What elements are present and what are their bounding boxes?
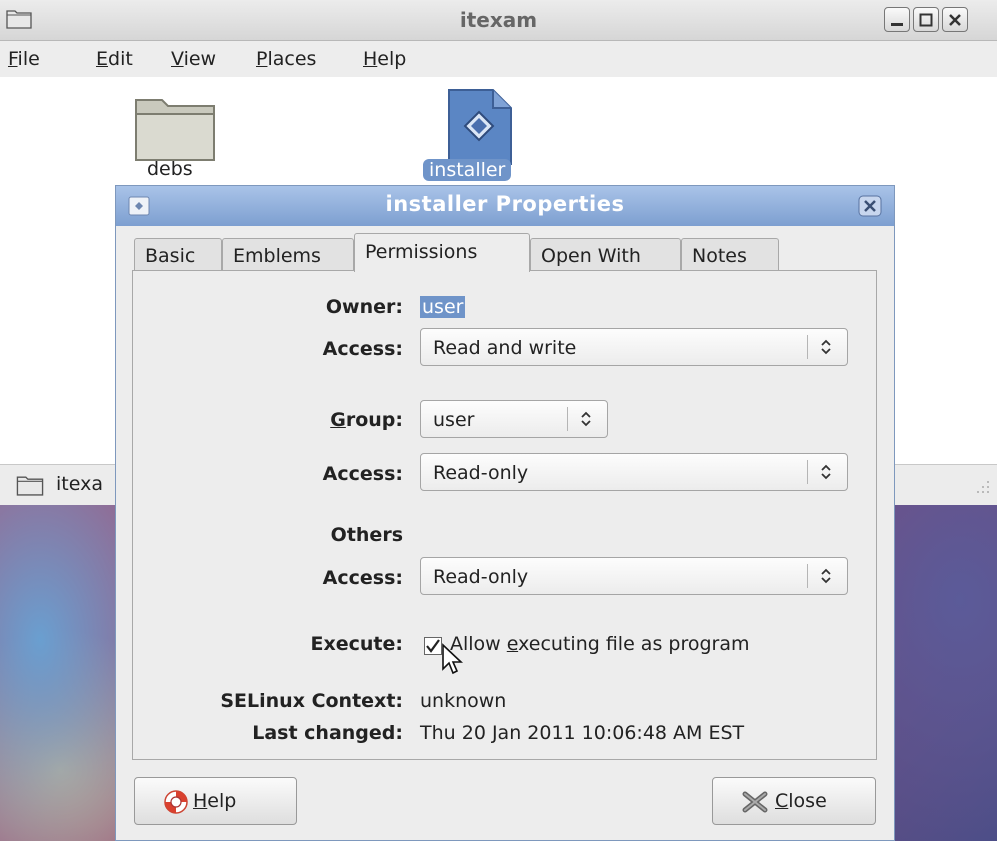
execute-label: Execute:	[310, 633, 403, 655]
minimize-button[interactable]	[884, 7, 910, 32]
close-button[interactable]: Close	[712, 777, 876, 825]
selinux-value: unknown	[420, 690, 507, 712]
tab-basic[interactable]: Basic	[134, 238, 222, 271]
selinux-label: SELinux Context:	[220, 690, 403, 712]
others-label: Others	[330, 524, 403, 546]
help-button-label: Help	[193, 790, 237, 812]
chevron-updown-icon	[821, 464, 831, 480]
close-icon	[742, 791, 768, 813]
lifebuoy-icon	[164, 790, 188, 814]
tab-notes[interactable]: Notes	[681, 238, 779, 271]
minimize-icon	[891, 23, 903, 26]
others-access-value: Read-only	[433, 566, 529, 588]
group-access-value: Read-only	[433, 462, 529, 484]
others-access-dropdown[interactable]: Read-only	[420, 557, 848, 595]
group-label: Group:	[330, 409, 403, 431]
permissions-panel: Owner: user Access: Read and write Group…	[132, 270, 877, 760]
maximize-icon	[919, 13, 933, 27]
taskbar-button[interactable]: itexa	[4, 470, 124, 500]
chevron-updown-icon	[581, 411, 591, 427]
group-dropdown[interactable]: user	[420, 400, 608, 438]
file-label-installer[interactable]: installer	[423, 159, 512, 181]
menu-file[interactable]: File	[8, 48, 40, 70]
owner-access-label: Access:	[322, 338, 403, 360]
menu-help[interactable]: Help	[363, 48, 406, 70]
last-changed-label: Last changed:	[252, 722, 403, 744]
checkmark-icon	[426, 639, 440, 653]
menu-places[interactable]: Places	[256, 48, 316, 70]
execute-checkbox[interactable]	[424, 637, 442, 655]
taskbar-label: itexa	[56, 473, 103, 495]
maximize-button[interactable]	[913, 7, 939, 32]
menu-edit[interactable]: Edit	[96, 48, 133, 70]
group-access-dropdown[interactable]: Read-only	[420, 453, 848, 491]
window-titlebar[interactable]: itexam	[0, 0, 997, 41]
properties-dialog: installer Properties Basic Emblems Permi…	[115, 185, 895, 841]
dialog-title: installer Properties	[385, 192, 625, 216]
owner-value[interactable]: user	[420, 296, 466, 318]
owner-access-value: Read and write	[433, 337, 577, 359]
close-button-label: Close	[775, 790, 827, 812]
owner-access-dropdown[interactable]: Read and write	[420, 328, 848, 366]
last-changed-value: Thu 20 Jan 2011 10:06:48 AM EST	[420, 722, 745, 744]
executable-file-icon[interactable]	[443, 88, 515, 168]
close-icon[interactable]	[858, 195, 882, 217]
group-value: user	[433, 409, 475, 431]
tab-emblems[interactable]: Emblems	[222, 238, 354, 271]
owner-label: Owner:	[325, 296, 403, 318]
resize-grip-icon[interactable]	[975, 479, 991, 495]
execute-checkbox-label[interactable]: Allow executing file as program	[450, 633, 750, 655]
menu-view[interactable]: View	[171, 48, 216, 70]
tab-open-with[interactable]: Open With	[530, 238, 681, 271]
others-access-label: Access:	[322, 567, 403, 589]
menubar: File Edit View Places Help	[0, 41, 997, 77]
group-access-label: Access:	[322, 463, 403, 485]
tab-permissions[interactable]: Permissions	[354, 233, 530, 272]
file-label-debs[interactable]: debs	[147, 158, 193, 180]
mouse-cursor-icon	[442, 643, 464, 675]
folder-icon	[16, 476, 44, 496]
dialog-titlebar[interactable]: installer Properties	[116, 186, 894, 226]
close-icon	[949, 14, 961, 26]
close-window-button[interactable]	[942, 7, 968, 32]
help-button[interactable]: Help	[134, 777, 297, 825]
chevron-updown-icon	[821, 568, 831, 584]
window-title: itexam	[459, 8, 538, 32]
chevron-updown-icon	[821, 339, 831, 355]
folder-icon[interactable]	[133, 94, 217, 164]
